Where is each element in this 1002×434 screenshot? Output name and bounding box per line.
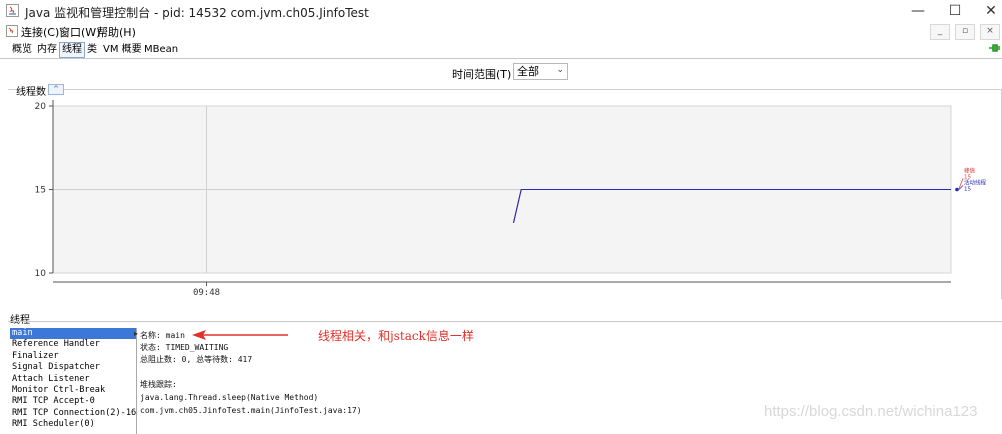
thread-list-item[interactable]: Signal Dispatcher [10,362,136,373]
thread-list-item[interactable]: RMI Scheduler(0) [10,419,136,430]
threads-divider [8,321,1002,322]
legend-peak-label: 峰值 [964,167,976,175]
stack-trace-header: 堆栈跟踪: [140,380,177,389]
stack-frame: com.jvm.ch05.JinfoTest.main(JinfoTest.ja… [140,406,362,415]
thread-list-item[interactable]: Reference Handler [10,339,136,350]
thread-list[interactable]: main Reference Handler Finalizer Signal Dis… [10,328,137,434]
watermark: https://blog.csdn.net/wichina123 [764,403,978,420]
split-pane-handle[interactable]: ▸ [134,329,138,338]
thread-list-item[interactable]: main [10,328,136,340]
thread-list-item[interactable]: RMI TCP Accept-0 [10,396,136,407]
stack-frame: java.lang.Thread.sleep(Native Method) [140,393,319,402]
annotation-text: 线程相关，和jstack信息一样 [318,329,474,343]
threads-section-label: 线程 [10,311,30,326]
thread-list-item[interactable]: Finalizer [10,351,136,362]
legend-marker [955,187,959,192]
thread-blocked-line: 总阻止数: 0, 总等待数: 417 [140,355,253,364]
thread-list-item[interactable]: Attach Listener [10,374,136,385]
thread-count-chart: 101520 09:48 峰值15活动线程15 [35,100,987,298]
thread-list-item[interactable]: RMI TCP Connection(2)-169 [10,408,136,419]
legend-live-value: 15 [964,187,971,193]
thread-state-line: 状态: TIMED_WAITING [140,343,229,352]
thread-name-line: 名称: main [140,331,185,340]
y-tick-label: 10 [35,269,47,279]
y-tick-label: 20 [35,102,47,112]
legend-live-label: 活动线程 [964,179,987,187]
annotation-arrow [192,330,288,340]
y-tick-label: 15 [35,186,46,196]
x-tick-label: 09:48 [193,288,220,298]
thread-list-item[interactable]: Monitor Ctrl-Break [10,385,136,396]
